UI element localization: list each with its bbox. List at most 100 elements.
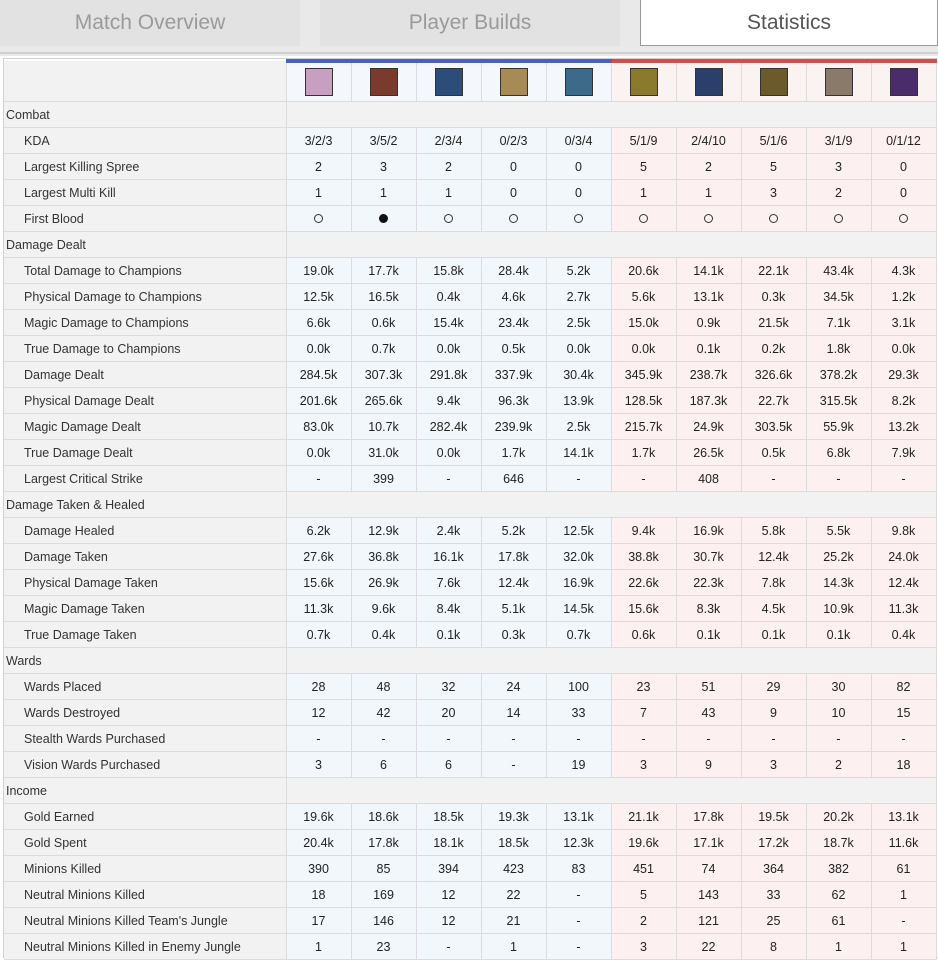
stat-cell: 5.8k — [740, 517, 807, 544]
stat-cell: 5.1k — [480, 595, 547, 622]
stat-cell: 2 — [610, 907, 677, 934]
stat-cell: 22.3k — [675, 569, 742, 596]
first-blood-cell — [285, 205, 352, 232]
stat-cell: 0.3k — [740, 283, 807, 310]
stat-cell: 19.0k — [285, 257, 352, 284]
stat-cell: 17.8k — [675, 803, 742, 830]
stat-cell: 61 — [870, 855, 937, 882]
stat-cell: 10.9k — [805, 595, 872, 622]
champion-9-portrait-icon[interactable] — [824, 68, 853, 96]
stat-cell: 187.3k — [675, 387, 742, 414]
stat-cell: 3 — [740, 179, 807, 206]
table-row: Magic Damage Taken 11.3k 9.6k 8.4k 5.1k 14.5k… — [4, 595, 937, 622]
tab-player-builds[interactable]: Player Builds — [320, 0, 620, 46]
stat-cell: 12 — [285, 699, 352, 726]
stat-cell: 239.9k — [480, 413, 547, 440]
stat-cell: 25 — [740, 907, 807, 934]
stat-cell: 21.5k — [740, 309, 807, 336]
stat-cell: 19.6k — [285, 803, 352, 830]
champion-column-header — [805, 59, 872, 102]
table-row: Stealth Wards Purchased - - - - - - - - - - — [4, 725, 937, 752]
champion-5-portrait-icon[interactable] — [564, 68, 593, 96]
stat-cell: 0.0k — [545, 335, 612, 362]
stat-cell: 23 — [350, 933, 417, 960]
stat-cell: 5.2k — [480, 517, 547, 544]
champion-10-portrait-icon[interactable] — [889, 68, 918, 96]
stat-cell: 1 — [285, 179, 352, 206]
stat-cell: 13.1k — [870, 803, 937, 830]
table-row: Wards Placed 28 48 32 24 100 23 51 29 30 82 — [4, 673, 937, 700]
tab-statistics[interactable]: Statistics — [640, 0, 938, 46]
stat-cell: 303.5k — [740, 413, 807, 440]
stat-cell: 1.2k — [870, 283, 937, 310]
stat-cell: 22.1k — [740, 257, 807, 284]
stat-cell: - — [610, 725, 677, 752]
stat-cell: 143 — [675, 881, 742, 908]
champion-1-portrait-icon[interactable] — [304, 68, 333, 96]
champion-7-portrait-icon[interactable] — [694, 68, 723, 96]
row-label: Magic Damage to Champions — [4, 309, 287, 336]
stat-cell: 55.9k — [805, 413, 872, 440]
section-filler — [285, 231, 937, 258]
stat-cell: 1 — [870, 933, 937, 960]
stat-cell: 29.3k — [870, 361, 937, 388]
stat-cell: 20.6k — [610, 257, 677, 284]
row-label: Largest Critical Strike — [4, 465, 287, 492]
stat-cell: 17.7k — [350, 257, 417, 284]
stat-cell: - — [610, 465, 677, 492]
empty-circle-icon — [639, 213, 648, 223]
champion-6-portrait-icon[interactable] — [629, 68, 658, 96]
stat-cell: 12 — [415, 907, 482, 934]
stat-cell: 22.7k — [740, 387, 807, 414]
stat-cell: 9.4k — [415, 387, 482, 414]
table-row: Physical Damage Taken 15.6k 26.9k 7.6k 12.4k… — [4, 569, 937, 596]
stat-cell: 0.0k — [870, 335, 937, 362]
stat-cell: 15 — [870, 699, 937, 726]
champion-column-header — [480, 59, 547, 102]
stat-cell: 5.5k — [805, 517, 872, 544]
first-blood-cell — [350, 205, 417, 232]
stat-cell: 121 — [675, 907, 742, 934]
table-row: True Damage to Champions 0.0k 0.7k 0.0k 0.5k… — [4, 335, 937, 362]
table-row: Gold Spent 20.4k 17.8k 18.1k 18.5k 12.3k 19.6k… — [4, 829, 937, 856]
row-label: Largest Multi Kill — [4, 179, 287, 206]
stat-cell: 0.0k — [285, 335, 352, 362]
stat-cell: 18.1k — [415, 829, 482, 856]
stat-cell: 18.5k — [480, 829, 547, 856]
stat-cell: 307.3k — [350, 361, 417, 388]
stat-cell: 364 — [740, 855, 807, 882]
stat-cell: 1.8k — [805, 335, 872, 362]
row-label: Physical Damage to Champions — [4, 283, 287, 310]
section-row: Income — [4, 777, 937, 804]
tab-match-overview[interactable]: Match Overview — [0, 0, 300, 46]
stat-cell: 10.7k — [350, 413, 417, 440]
stat-cell: 15.6k — [285, 569, 352, 596]
stat-cell: 5.6k — [610, 283, 677, 310]
champion-4-portrait-icon[interactable] — [499, 68, 528, 96]
stat-cell: 32.0k — [545, 543, 612, 570]
stat-cell: 17.1k — [675, 829, 742, 856]
stat-cell: 27.6k — [285, 543, 352, 570]
stat-cell: - — [870, 725, 937, 752]
row-label: KDA — [4, 127, 287, 154]
stat-cell: 1 — [610, 179, 677, 206]
stat-cell: 42 — [350, 699, 417, 726]
first-blood-cell — [740, 205, 807, 232]
stat-cell: 2 — [415, 153, 482, 180]
champion-8-portrait-icon[interactable] — [759, 68, 788, 96]
section-title: Combat — [4, 101, 287, 128]
stat-cell: 1 — [805, 933, 872, 960]
stat-cell: 8.2k — [870, 387, 937, 414]
stat-cell: 19.6k — [610, 829, 677, 856]
stat-cell: 6.6k — [285, 309, 352, 336]
stat-cell: 1.7k — [480, 439, 547, 466]
stat-cell: 0.3k — [480, 621, 547, 648]
section-title: Income — [4, 777, 287, 804]
first-blood-cell — [545, 205, 612, 232]
champion-3-portrait-icon[interactable] — [434, 68, 463, 96]
stat-cell: 19 — [545, 751, 612, 778]
stat-cell: 11.6k — [870, 829, 937, 856]
statistics-panel: Combat KDA 3/2/3 3/5/2 2/3/4 0/2/3 0/3/4 5/1/9 2… — [3, 58, 938, 960]
stat-cell: 18.5k — [415, 803, 482, 830]
champion-2-portrait-icon[interactable] — [369, 68, 398, 96]
